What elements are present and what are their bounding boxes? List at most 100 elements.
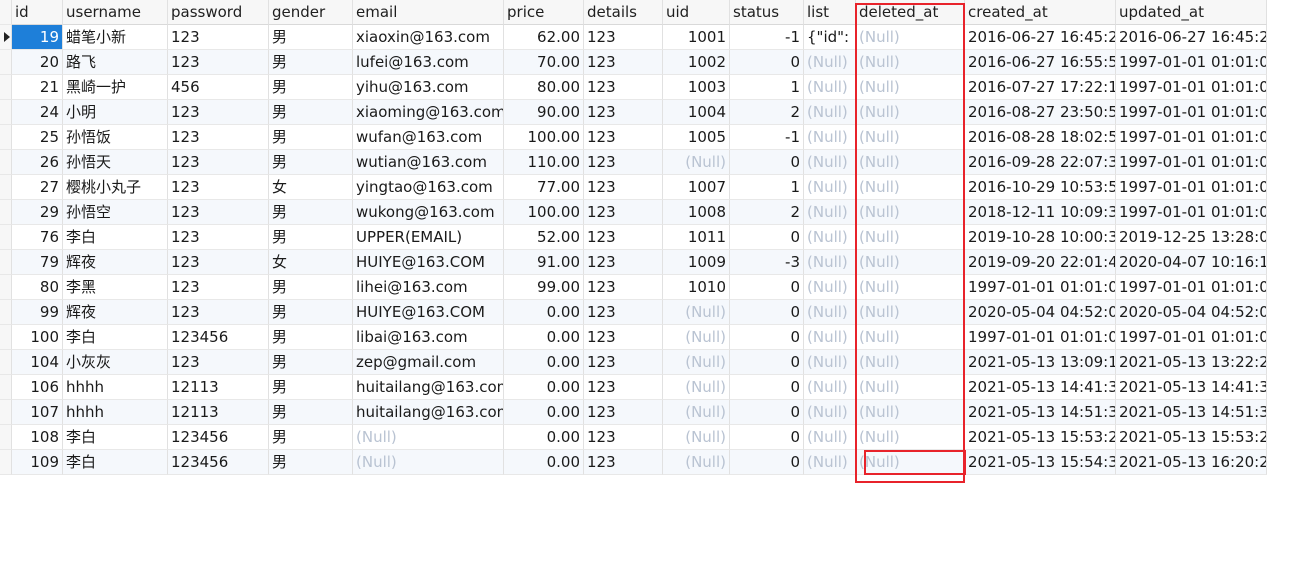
cell-updated-at[interactable]: 1997-01-01 01:01:01 — [1116, 100, 1267, 125]
cell-updated-at[interactable]: 2021-05-13 15:53:22 — [1116, 425, 1267, 450]
cell-email[interactable]: HUIYE@163.COM — [353, 250, 504, 275]
column-header-deleted-at[interactable]: deleted_at — [856, 0, 965, 25]
table-row[interactable]: 27 樱桃小丸子 123 女 yingtao@163.com 77.00 123 1007 1(… — [0, 175, 1267, 200]
cell-id[interactable]: 99 — [12, 300, 63, 325]
cell-uid[interactable]: 1001 — [663, 25, 730, 50]
cell-price[interactable]: 0.00 — [504, 300, 584, 325]
cell-gender[interactable]: 男 — [269, 300, 353, 325]
cell-uid[interactable]: (Null) — [663, 450, 730, 475]
cell-updated-at[interactable]: 2021-05-13 14:41:35 — [1116, 375, 1267, 400]
cell-id[interactable]: 107 — [12, 400, 63, 425]
cell-username[interactable]: 樱桃小丸子 — [63, 175, 168, 200]
cell-gender[interactable]: 男 — [269, 75, 353, 100]
cell-details[interactable]: 123 — [584, 150, 663, 175]
cell-details[interactable]: 123 — [584, 50, 663, 75]
cell-gender[interactable]: 女 — [269, 250, 353, 275]
cell-details[interactable]: 123 — [584, 350, 663, 375]
cell-email[interactable]: wufan@163.com — [353, 125, 504, 150]
column-header-price[interactable]: price — [504, 0, 584, 25]
column-header-uid[interactable]: uid — [663, 0, 730, 25]
column-header-username[interactable]: username — [63, 0, 168, 25]
cell-password[interactable]: 123 — [168, 275, 269, 300]
cell-list[interactable]: (Null) — [804, 325, 856, 350]
cell-password[interactable]: 123 — [168, 100, 269, 125]
cell-price[interactable]: 80.00 — [504, 75, 584, 100]
cell-created-at[interactable]: 2019-10-28 10:00:39 — [965, 225, 1116, 250]
cell-list[interactable]: (Null) — [804, 75, 856, 100]
row-indicator[interactable] — [0, 375, 12, 400]
cell-password[interactable]: 123456 — [168, 425, 269, 450]
table-row[interactable]: 24 小明 123 男 xiaoming@163.com 90.00 123 1004 2 (Nu… — [0, 100, 1267, 125]
cell-created-at[interactable]: 2016-09-28 22:07:38 — [965, 150, 1116, 175]
cell-details[interactable]: 123 — [584, 400, 663, 425]
cell-created-at[interactable]: 1997-01-01 01:01:01 — [965, 275, 1116, 300]
cell-email[interactable]: huitailang@163.com — [353, 375, 504, 400]
cell-password[interactable]: 123 — [168, 200, 269, 225]
cell-list[interactable]: (Null) — [804, 150, 856, 175]
cell-gender[interactable]: 男 — [269, 225, 353, 250]
cell-status[interactable]: 2 — [730, 100, 804, 125]
cell-status[interactable]: 0 — [730, 50, 804, 75]
row-indicator[interactable] — [0, 225, 12, 250]
cell-email[interactable]: zep@gmail.com — [353, 350, 504, 375]
row-indicator[interactable] — [0, 350, 12, 375]
cell-gender[interactable]: 男 — [269, 275, 353, 300]
cell-username[interactable]: 孙悟天 — [63, 150, 168, 175]
cell-list[interactable]: (Null) — [804, 350, 856, 375]
table-row[interactable]: 20 路飞 123 男 lufei@163.com 70.00 123 1002 0 (Null)… — [0, 50, 1267, 75]
row-indicator[interactable] — [0, 400, 12, 425]
cell-username[interactable]: 李白 — [63, 225, 168, 250]
cell-id[interactable]: 106 — [12, 375, 63, 400]
table-row[interactable]: 19 蜡笔小新 123 男 xiaoxin@163.com 62.00 123 1001 -1{… — [0, 25, 1267, 50]
cell-details[interactable]: 123 — [584, 450, 663, 475]
cell-id[interactable]: 25 — [12, 125, 63, 150]
cell-list[interactable]: (Null) — [804, 300, 856, 325]
row-indicator[interactable] — [0, 450, 12, 475]
cell-email[interactable]: libai@163.com — [353, 325, 504, 350]
cell-created-at[interactable]: 2021-05-13 15:54:33 — [965, 450, 1116, 475]
cell-id[interactable]: 24 — [12, 100, 63, 125]
cell-list[interactable]: (Null) — [804, 425, 856, 450]
cell-status[interactable]: 2 — [730, 200, 804, 225]
column-header-created-at[interactable]: created_at — [965, 0, 1116, 25]
row-indicator[interactable] — [0, 325, 12, 350]
table-row[interactable]: 76 李白 123 男 UPPER(EMAIL) 52.00 123 1011 0 (Null)(… — [0, 225, 1267, 250]
cell-created-at[interactable]: 2021-05-13 14:51:37 — [965, 400, 1116, 425]
cell-status[interactable]: -1 — [730, 125, 804, 150]
column-header-details[interactable]: details — [584, 0, 663, 25]
cell-price[interactable]: 0.00 — [504, 400, 584, 425]
row-indicator[interactable] — [0, 275, 12, 300]
cell-uid[interactable]: 1009 — [663, 250, 730, 275]
cell-updated-at[interactable]: 1997-01-01 01:01:01 — [1116, 75, 1267, 100]
cell-deleted-at[interactable]: (Null) — [856, 50, 965, 75]
cell-list[interactable]: (Null) — [804, 175, 856, 200]
cell-username[interactable]: 路飞 — [63, 50, 168, 75]
column-header-updated-at[interactable]: updated_at — [1116, 0, 1267, 25]
cell-id[interactable]: 20 — [12, 50, 63, 75]
column-header-password[interactable]: password — [168, 0, 269, 25]
row-indicator[interactable] — [0, 75, 12, 100]
cell-status[interactable]: 0 — [730, 325, 804, 350]
cell-email[interactable]: UPPER(EMAIL) — [353, 225, 504, 250]
cell-deleted-at[interactable]: (Null) — [856, 125, 965, 150]
cell-details[interactable]: 123 — [584, 425, 663, 450]
row-indicator[interactable] — [0, 300, 12, 325]
cell-deleted-at[interactable]: (Null) — [856, 225, 965, 250]
cell-id[interactable]: 100 — [12, 325, 63, 350]
cell-price[interactable]: 52.00 — [504, 225, 584, 250]
cell-id[interactable]: 26 — [12, 150, 63, 175]
cell-details[interactable]: 123 — [584, 25, 663, 50]
cell-created-at[interactable]: 2021-05-13 14:41:35 — [965, 375, 1116, 400]
row-indicator[interactable] — [0, 250, 12, 275]
cell-id[interactable]: 19 — [12, 25, 63, 50]
cell-price[interactable]: 90.00 — [504, 100, 584, 125]
table-row[interactable]: 26 孙悟天 123 男 wutian@163.com 110.00 123 (Null) 0(… — [0, 150, 1267, 175]
table-row[interactable]: 104 小灰灰 123 男 zep@gmail.com 0.00 123 (Null) 0 (Nu… — [0, 350, 1267, 375]
cell-details[interactable]: 123 — [584, 275, 663, 300]
cell-password[interactable]: 123 — [168, 300, 269, 325]
cell-status[interactable]: -3 — [730, 250, 804, 275]
cell-details[interactable]: 123 — [584, 75, 663, 100]
cell-username[interactable]: 小灰灰 — [63, 350, 168, 375]
row-indicator[interactable] — [0, 150, 12, 175]
cell-details[interactable]: 123 — [584, 375, 663, 400]
